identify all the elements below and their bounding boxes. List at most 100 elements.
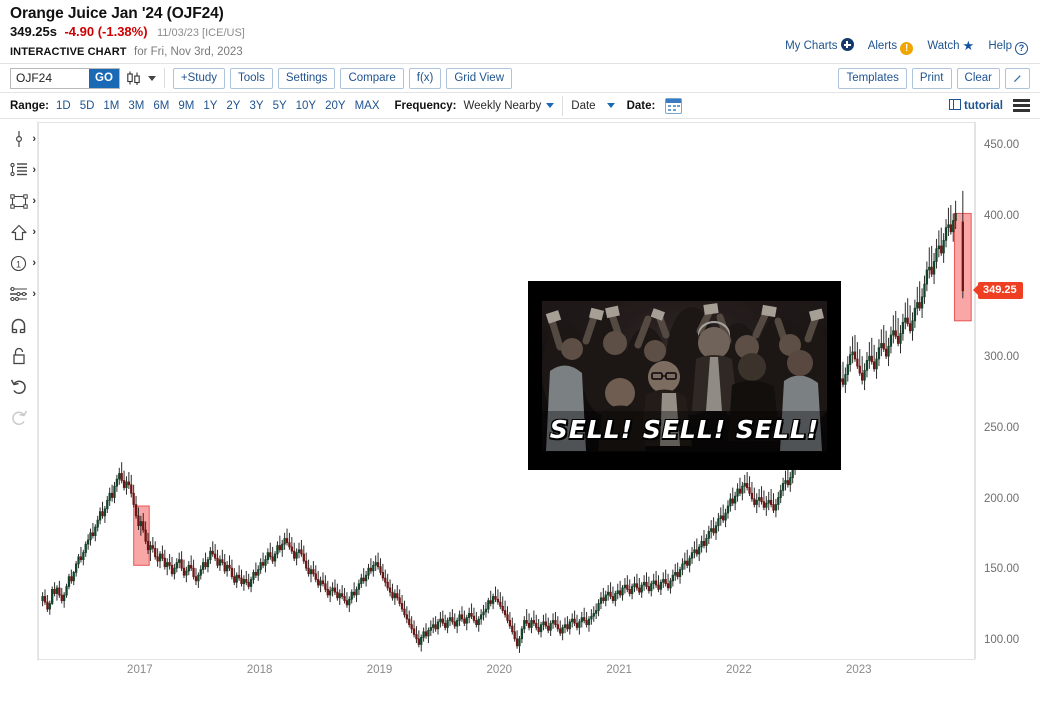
range-10y[interactable]: 10Y — [296, 100, 316, 112]
chevron-right-icon: › — [32, 226, 36, 238]
candle — [434, 616, 437, 632]
fib-tool[interactable]: › — [0, 281, 37, 307]
candle — [786, 467, 790, 488]
date-label: Date: — [626, 99, 656, 112]
candle — [403, 600, 406, 618]
candle — [944, 219, 948, 248]
candle — [856, 342, 859, 369]
chart-type-selector[interactable] — [126, 70, 156, 86]
compare-button[interactable]: Compare — [340, 67, 404, 89]
candle — [664, 569, 667, 587]
candle — [465, 614, 468, 631]
candle — [666, 573, 670, 591]
time-axis[interactable]: 2017 2018 2019 2020 2021 2022 2023 — [38, 659, 975, 681]
magnet-tool[interactable] — [0, 312, 37, 338]
redo-tool[interactable] — [0, 405, 37, 431]
range-9m[interactable]: 9M — [178, 100, 194, 112]
tools-button[interactable]: Tools — [230, 67, 273, 89]
chevron-right-icon: › — [32, 133, 36, 145]
candle — [525, 609, 528, 627]
hamburger-icon[interactable] — [1013, 99, 1030, 112]
candle — [647, 576, 651, 594]
date-mode-value[interactable]: Date — [571, 100, 595, 112]
crosshair-tool[interactable]: › — [0, 126, 37, 152]
candle — [338, 589, 341, 605]
marker-tool[interactable]: 1 › — [0, 250, 37, 276]
clear-button[interactable]: Clear — [956, 67, 1000, 89]
candle — [899, 325, 902, 354]
fx-button[interactable]: f(x) — [408, 67, 442, 89]
time-axis-tick: 2019 — [366, 664, 393, 676]
arrow-tool[interactable]: › — [0, 219, 37, 245]
price-axis[interactable]: 450.00 400.00 300.00 250.00 200.00 150.00 100.… — [973, 122, 1040, 659]
alerts-link[interactable]: Alerts! — [868, 40, 914, 55]
my-charts-link[interactable]: My Charts — [785, 38, 854, 52]
shape-tool[interactable]: › — [0, 188, 37, 214]
range-3m[interactable]: 3M — [128, 100, 144, 112]
candle — [508, 611, 512, 629]
star-icon: ★ — [962, 38, 975, 53]
range-3y[interactable]: 3Y — [249, 100, 263, 112]
tutorial-link[interactable]: tutorial — [949, 99, 1003, 112]
candle — [288, 532, 291, 550]
tutorial-label: tutorial — [964, 100, 1003, 112]
candle — [233, 568, 236, 586]
candle — [281, 539, 284, 557]
candle — [154, 541, 157, 560]
candle — [515, 630, 519, 649]
watch-link[interactable]: Watch ★ — [927, 38, 975, 53]
candle — [616, 583, 619, 600]
sell-meme-overlay[interactable]: SELL! SELL! SELL! — [528, 281, 841, 470]
candle — [199, 565, 202, 580]
symbol-input[interactable] — [11, 68, 89, 88]
range-6m[interactable]: 6M — [153, 100, 169, 112]
candle — [690, 546, 694, 564]
help-link[interactable]: Help? — [988, 40, 1028, 55]
range-2y[interactable]: 2Y — [226, 100, 240, 112]
add-study-button[interactable]: +Study — [172, 67, 226, 89]
candle — [149, 541, 152, 562]
range-5y[interactable]: 5Y — [273, 100, 287, 112]
candle — [702, 529, 706, 549]
candle — [932, 253, 936, 285]
print-button[interactable]: Print — [911, 67, 952, 89]
range-5d[interactable]: 5D — [80, 100, 95, 112]
chart-area: › › › › 1 › › 450.00 400.00 300.00 250.0… — [0, 119, 1040, 693]
settings-button[interactable]: Settings — [277, 67, 336, 89]
templates-button[interactable]: Templates — [838, 67, 907, 89]
draw-button[interactable] — [1005, 67, 1030, 89]
candle — [259, 558, 262, 574]
range-1y[interactable]: 1Y — [203, 100, 217, 112]
frequency-value[interactable]: Weekly Nearby — [464, 100, 542, 112]
range-label: Range: — [10, 99, 49, 112]
range-1d[interactable]: 1D — [56, 100, 71, 112]
candle — [249, 576, 253, 593]
candle — [688, 555, 691, 573]
candle — [190, 555, 193, 571]
chevron-down-icon[interactable] — [606, 103, 615, 108]
go-button[interactable]: GO — [89, 68, 119, 88]
candle — [364, 570, 368, 587]
range-20y[interactable]: 20Y — [325, 100, 345, 112]
annotation-list-tool[interactable]: › — [0, 157, 37, 183]
candle — [585, 611, 588, 628]
candle — [132, 484, 135, 508]
grid-view-button[interactable]: Grid View — [446, 67, 512, 89]
candle — [369, 558, 373, 574]
price-axis-tick: 100.00 — [984, 634, 1020, 647]
candle — [535, 614, 538, 631]
range-1m[interactable]: 1M — [103, 100, 119, 112]
candle — [213, 544, 217, 562]
rectangle-icon — [9, 193, 28, 209]
candle — [741, 481, 744, 501]
candle — [470, 603, 473, 620]
range-max[interactable]: MAX — [355, 100, 380, 112]
time-axis-tick: 2022 — [726, 664, 752, 676]
lock-tool[interactable] — [0, 343, 37, 369]
candle — [916, 286, 919, 316]
calendar-icon[interactable] — [665, 97, 683, 114]
candle — [223, 554, 226, 574]
chevron-down-icon[interactable] — [546, 103, 555, 108]
candle — [273, 551, 277, 567]
undo-tool[interactable] — [0, 374, 37, 400]
